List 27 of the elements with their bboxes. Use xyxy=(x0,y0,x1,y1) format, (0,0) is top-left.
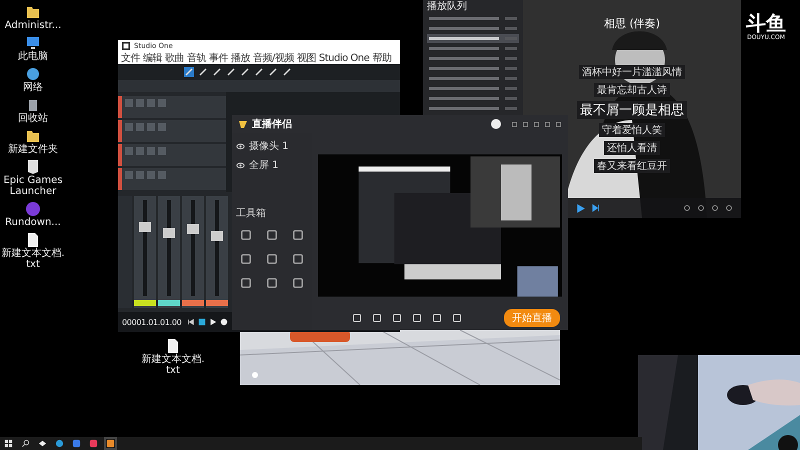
menu-item[interactable]: 音频/视频 xyxy=(253,52,294,64)
menu-item[interactable]: 帮助 xyxy=(372,52,392,64)
desktop-icon-label[interactable]: Administr... xyxy=(4,20,62,31)
menu-item[interactable]: 事件 xyxy=(209,52,228,64)
desktop-icon-label[interactable]: 此电脑 xyxy=(18,51,48,62)
menu-item[interactable]: 编辑 xyxy=(143,52,162,64)
desktop-icon-label[interactable]: 回收站 xyxy=(18,113,48,124)
desktop-icon-label[interactable]: Rundown... xyxy=(5,217,61,228)
song-title: 相思 (伴奏) xyxy=(604,16,660,31)
desktop-icon-label[interactable]: 新建文本文档.txt xyxy=(141,354,205,376)
menu-item[interactable]: 音轨 xyxy=(187,52,206,64)
queue-title: 播放队列 xyxy=(427,1,468,13)
menu-item[interactable]: 歌曲 xyxy=(165,52,184,64)
section-title: 工具箱 xyxy=(236,208,266,219)
logo-mark: 斗鱼 xyxy=(746,12,786,34)
app-name: 直播伴侣 xyxy=(252,118,292,131)
menu-item[interactable]: 播放 xyxy=(231,52,250,64)
time-display: 00001.01.01.00 xyxy=(122,318,182,326)
menu-item[interactable]: Studio One xyxy=(318,52,370,64)
menu-item[interactable]: 文件 xyxy=(121,52,140,64)
desktop-icon-label[interactable]: 新建文件夹 xyxy=(8,144,58,155)
menu-item[interactable]: 视图 xyxy=(296,52,316,64)
desktop-icon-label[interactable]: 新建文本文档.txt xyxy=(1,248,65,270)
desktop-icon-label[interactable]: Epic Games Launcher xyxy=(1,175,65,197)
source-item[interactable]: 摄像头 1 xyxy=(249,139,289,153)
source-item[interactable]: 全屏 1 xyxy=(249,158,279,172)
desktop-icon-label[interactable]: 网络 xyxy=(23,82,43,93)
